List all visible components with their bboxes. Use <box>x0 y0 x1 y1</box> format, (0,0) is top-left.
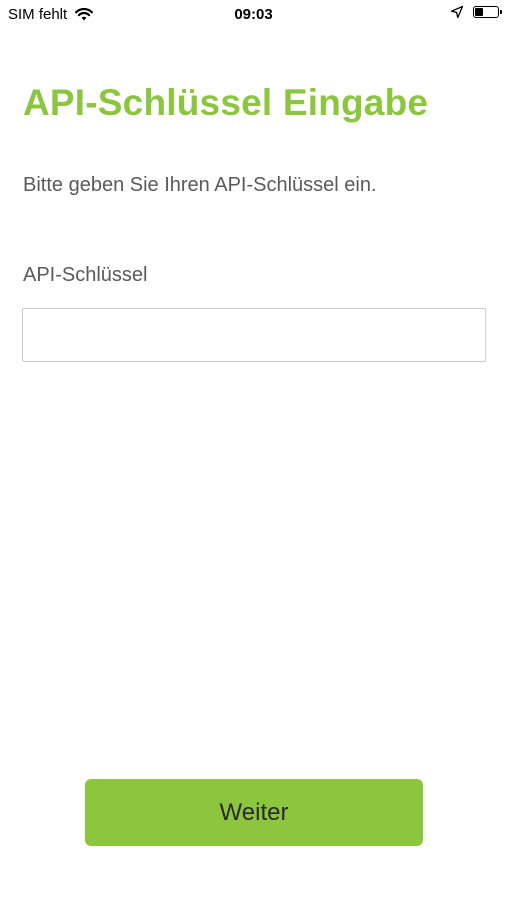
location-icon <box>451 6 463 18</box>
api-key-label: API-Schlüssel <box>23 264 148 286</box>
status-time: 09:03 <box>234 6 273 23</box>
battery-icon <box>473 6 502 18</box>
continue-button[interactable]: Weiter <box>85 779 423 846</box>
api-key-input[interactable] <box>22 308 486 362</box>
page-title: API-Schlüssel Eingabe <box>23 82 429 123</box>
instruction-text: Bitte geben Sie Ihren API-Schlüssel ein. <box>23 174 377 196</box>
screen: SIM fehlt 09:03 API-Schlüssel Eingabe Bi… <box>0 0 507 900</box>
battery-level <box>475 8 483 16</box>
status-bar: SIM fehlt 09:03 <box>0 0 507 32</box>
status-bar-right <box>451 6 502 18</box>
